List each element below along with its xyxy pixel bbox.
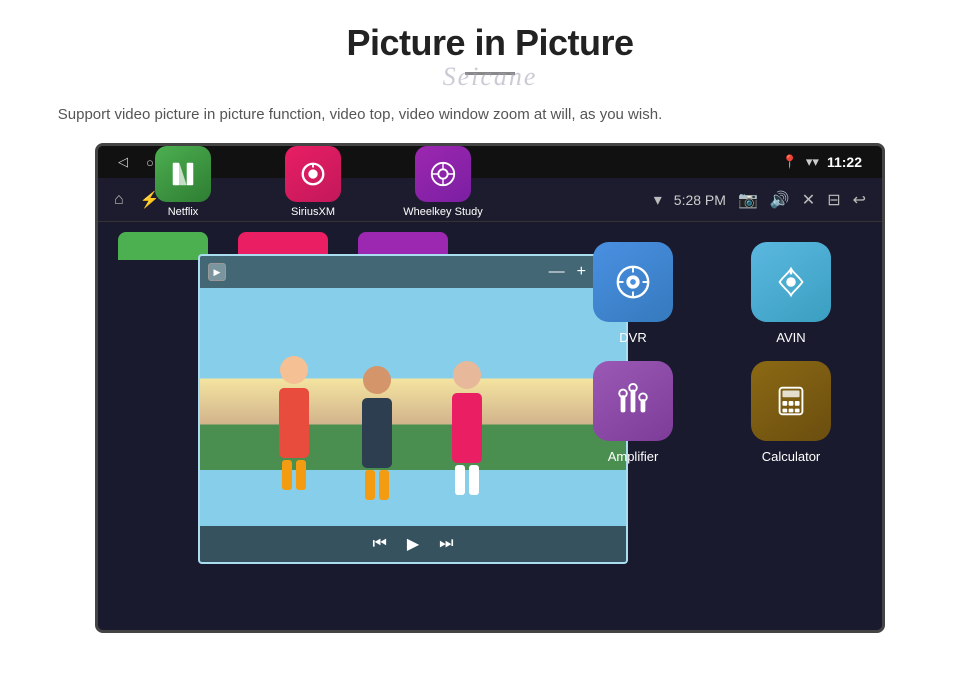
wheelkey-icon	[415, 146, 471, 202]
avin-icon	[751, 242, 831, 322]
siriusxm-icon	[285, 146, 341, 202]
prev-btn[interactable]: ⏮	[372, 535, 386, 553]
avin-svg	[772, 263, 810, 301]
dvr-label: DVR	[619, 330, 646, 345]
siriusxm-svg	[299, 160, 327, 188]
play-btn[interactable]: ▶	[407, 534, 419, 554]
netflix-svg	[169, 160, 197, 188]
device-frame: ◁ ○ □ ▭ 📍 ▾▾ 11:22 ⌂ ⚡ ▾ 5:28 PM 📷 🔊	[95, 143, 885, 633]
app-item-avin[interactable]: AVIN	[720, 242, 862, 345]
amplifier-icon	[593, 361, 673, 441]
app-item-netflix[interactable]: Netflix	[118, 146, 248, 218]
avin-label: AVIN	[776, 330, 805, 345]
calculator-icon	[751, 361, 831, 441]
bottom-app-row: Netflix SiriusXM	[98, 143, 882, 222]
video-playback: ⏮ ▶ ⏭	[200, 526, 626, 562]
wheelkey-label: Wheelkey Study	[403, 206, 482, 218]
app-item-dvr[interactable]: DVR	[562, 242, 704, 345]
dvr-svg	[614, 263, 652, 301]
amplifier-label: Amplifier	[608, 449, 659, 464]
calculator-svg	[772, 382, 810, 420]
subtitle-text: Support video picture in picture functio…	[0, 103, 720, 127]
app-item-amplifier[interactable]: Amplifier	[562, 361, 704, 464]
pip-record-icon: ▶	[208, 263, 226, 281]
app-grid: DVR AVIN	[542, 222, 882, 292]
next-btn[interactable]: ⏭	[439, 535, 453, 553]
figure-3	[434, 361, 499, 486]
page-wrapper: Picture in Picture Seicane Support video…	[0, 0, 980, 687]
figure-1	[264, 356, 324, 486]
app-item-wheelkey[interactable]: Wheelkey Study	[378, 146, 508, 218]
siriusxm-label: SiriusXM	[291, 206, 335, 218]
app-item-siriusxm[interactable]: SiriusXM	[248, 146, 378, 218]
page-title: Picture in Picture	[0, 22, 980, 64]
header-section: Picture in Picture Seicane Support video…	[0, 0, 980, 127]
watermark: Seicane	[443, 62, 538, 92]
wheelkey-svg	[429, 160, 457, 188]
app-item-calculator[interactable]: Calculator	[720, 361, 862, 464]
netflix-icon	[155, 146, 211, 202]
netflix-label: Netflix	[168, 206, 199, 218]
calculator-label: Calculator	[762, 449, 821, 464]
dvr-icon	[593, 242, 673, 322]
partial-app-netflix[interactable]	[118, 232, 208, 260]
figure-2	[349, 366, 404, 486]
divider-line	[465, 72, 515, 75]
amplifier-svg	[614, 382, 652, 420]
